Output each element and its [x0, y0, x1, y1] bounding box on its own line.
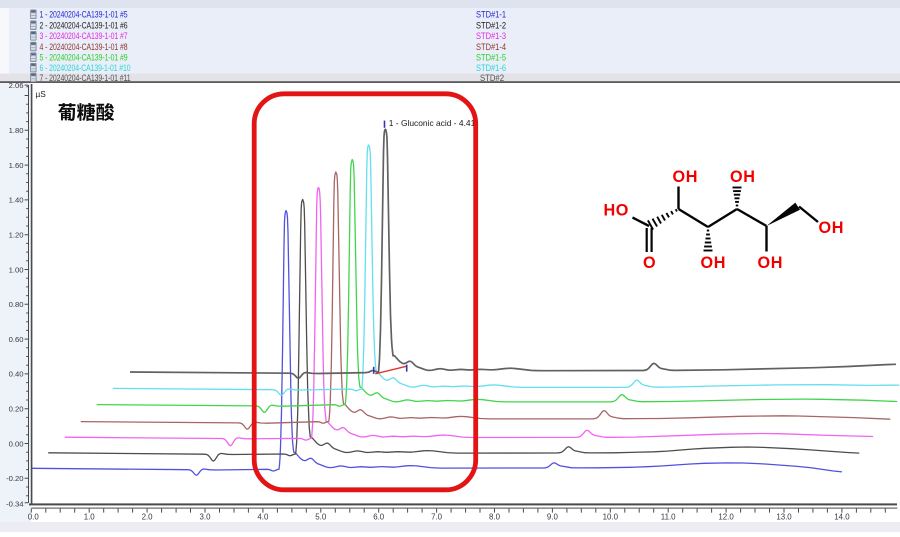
svg-text:STD#1-1: STD#1-1	[476, 10, 506, 20]
svg-text:4.0: 4.0	[257, 512, 269, 521]
svg-text:3.0: 3.0	[200, 512, 212, 521]
svg-text:3 - 20240204-CA139-1-01 #7: 3 - 20240204-CA139-1-01 #7	[40, 31, 128, 42]
svg-text:OH: OH	[730, 168, 755, 186]
svg-text:HO: HO	[604, 202, 629, 220]
svg-text:1.0: 1.0	[84, 512, 96, 521]
svg-text:STD#1-4: STD#1-4	[476, 42, 506, 52]
svg-text:STD#1-6: STD#1-6	[476, 63, 506, 73]
svg-text:0.20: 0.20	[9, 405, 24, 414]
svg-text:1.60: 1.60	[9, 161, 24, 170]
svg-text:1 - 20240204-CA139-1-01 #5: 1 - 20240204-CA139-1-01 #5	[40, 10, 128, 21]
svg-text:1 - Gluconic acid - 4.41: 1 - Gluconic acid - 4.41	[389, 119, 476, 128]
svg-text:9.0: 9.0	[547, 512, 559, 521]
svg-text:-0.20: -0.20	[6, 474, 24, 483]
svg-text:OH: OH	[673, 168, 698, 186]
svg-text:STD#2: STD#2	[480, 73, 504, 83]
svg-text:11.0: 11.0	[661, 512, 676, 521]
svg-text:2.06: 2.06	[9, 81, 24, 90]
svg-text:0.00: 0.00	[9, 439, 24, 448]
svg-text:O: O	[643, 254, 656, 272]
svg-text:1.00: 1.00	[9, 265, 24, 274]
svg-text:5 - 20240204-CA139-1-01 #9: 5 - 20240204-CA139-1-01 #9	[40, 52, 128, 63]
svg-text:-0.34: -0.34	[6, 500, 24, 509]
svg-text:12.0: 12.0	[718, 512, 734, 521]
svg-text:STD#1-2: STD#1-2	[476, 21, 506, 31]
svg-text:6.0: 6.0	[373, 512, 385, 521]
svg-text:OH: OH	[819, 219, 844, 237]
svg-text:7 - 20240204-CA139-1-01 #11: 7 - 20240204-CA139-1-01 #11	[40, 73, 131, 84]
svg-text:µS: µS	[36, 89, 47, 99]
svg-text:4 - 20240204-CA139-1-01 #8: 4 - 20240204-CA139-1-01 #8	[40, 42, 128, 53]
svg-text:1.40: 1.40	[9, 196, 24, 205]
svg-text:0.80: 0.80	[9, 300, 24, 309]
svg-text:8.0: 8.0	[489, 512, 501, 521]
svg-text:13.0: 13.0	[776, 512, 792, 521]
svg-text:OH: OH	[701, 254, 726, 272]
svg-text:OH: OH	[758, 254, 783, 272]
svg-text:STD#1-3: STD#1-3	[476, 31, 506, 41]
svg-text:5.0: 5.0	[315, 512, 327, 521]
svg-text:0.0: 0.0	[28, 512, 40, 521]
svg-text:2.0: 2.0	[142, 512, 154, 521]
svg-text:10.0: 10.0	[603, 512, 619, 521]
svg-text:STD#1-5: STD#1-5	[476, 53, 506, 63]
svg-text:0.40: 0.40	[9, 370, 24, 379]
svg-text:1.80: 1.80	[9, 126, 24, 135]
svg-text:2 - 20240204-CA139-1-01 #6: 2 - 20240204-CA139-1-01 #6	[40, 20, 128, 31]
svg-text:7.0: 7.0	[431, 512, 443, 521]
svg-text:14.0: 14.0	[834, 512, 850, 521]
svg-text:1.20: 1.20	[9, 231, 24, 240]
svg-text:0.60: 0.60	[9, 335, 24, 344]
